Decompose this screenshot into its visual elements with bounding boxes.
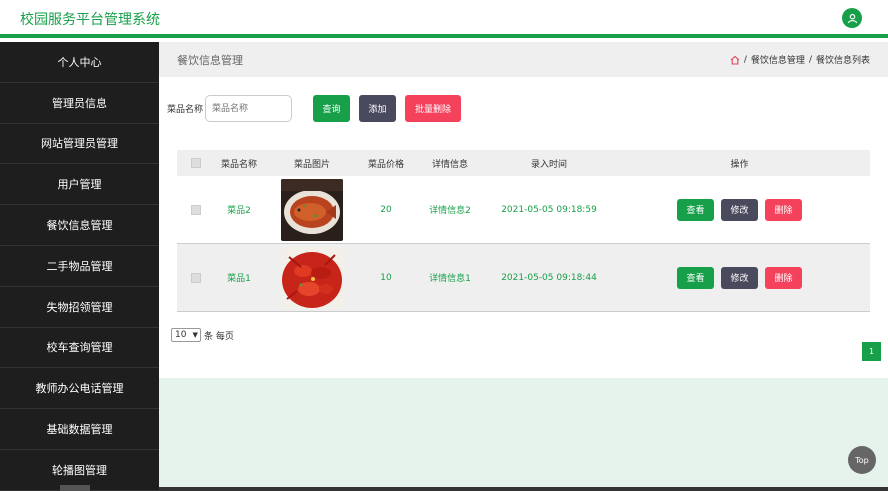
footer-area [159, 378, 888, 491]
batch-delete-button[interactable]: 批量删除 [405, 95, 461, 122]
edit-button[interactable]: 修改 [721, 198, 758, 221]
back-to-top-button[interactable]: Top [848, 446, 876, 474]
header-actions: 操作 [730, 159, 749, 170]
sidebar-item-teacher-phone[interactable]: 教师办公电话管理 [0, 368, 159, 410]
sidebar-item-lost-found[interactable]: 失物招领管理 [0, 287, 159, 328]
select-all-checkbox[interactable] [191, 158, 201, 168]
main-content: 餐饮信息管理 / 餐饮信息管理 / 餐饮信息列表 菜品名称 查询 添加 批量删除… [159, 42, 888, 491]
search-label: 菜品名称 [167, 105, 204, 115]
app-title: 校园服务平台管理系统 [20, 12, 160, 28]
breadcrumb-separator: / [743, 54, 747, 65]
dish-detail: 详情信息2 [429, 206, 471, 216]
delete-button[interactable]: 删除 [765, 266, 802, 289]
sidebar-item-second-hand[interactable]: 二手物品管理 [0, 246, 159, 287]
dish-name-input[interactable] [205, 95, 293, 122]
entry-time: 2021-05-05 09:18:59 [501, 204, 597, 215]
view-button[interactable]: 查看 [677, 198, 714, 221]
dish-price: 20 [380, 204, 392, 215]
sidebar-item-users[interactable]: 用户管理 [0, 164, 159, 206]
chevron-down-icon: ▼ [192, 331, 198, 339]
search-form: 菜品名称 [167, 95, 293, 122]
add-button[interactable]: 添加 [359, 95, 396, 122]
dish-price: 10 [380, 272, 392, 283]
sidebar-item-shuttle[interactable]: 校车查询管理 [0, 328, 159, 369]
header-dish-image: 菜品图片 [293, 159, 330, 170]
table-header: 菜品名称 菜品图片 菜品价格 详情信息 录入时间 操作 [177, 150, 870, 176]
sidebar-item-admin-info[interactable]: 管理员信息 [0, 83, 159, 124]
sidebar-item-site-admin[interactable]: 网站管理员管理 [0, 124, 159, 165]
view-button[interactable]: 查看 [677, 266, 714, 289]
dish-image-crayfish [281, 246, 343, 309]
table-row: 菜品1 10 详情信息1 2021-05-05 09:18:44 查看 修改 删… [177, 244, 870, 312]
sidebar-scrollbar[interactable] [60, 485, 90, 491]
bottom-bar [159, 487, 888, 491]
sidebar: 个人中心 管理员信息 网站管理员管理 用户管理 餐饮信息管理 二手物品管理 失物… [0, 42, 159, 491]
per-page-label: 条 每页 [204, 331, 234, 342]
dish-detail: 详情信息1 [429, 274, 471, 284]
entry-time: 2021-05-05 09:18:44 [501, 272, 597, 283]
edit-button[interactable]: 修改 [721, 266, 758, 289]
home-icon[interactable] [730, 55, 740, 65]
row-checkbox[interactable] [191, 272, 201, 283]
breadcrumb-dining-list: 餐饮信息列表 [815, 56, 870, 66]
page-button-1[interactable]: 1 [862, 342, 881, 361]
sidebar-item-personal-center[interactable]: 个人中心 [0, 42, 159, 83]
breadcrumb-dining-management[interactable]: 餐饮信息管理 [751, 53, 805, 66]
top-bar: 校园服务平台管理系统 [0, 0, 888, 38]
table-row: 菜品2 20 详情信息2 2021-05-05 09:18:59 查看 修改 删… [177, 176, 870, 244]
header-entry-time: 录入时间 [530, 159, 567, 170]
header-dish-price: 菜品价格 [367, 159, 404, 170]
query-button[interactable]: 查询 [313, 95, 350, 122]
dish-image-fish [281, 178, 343, 241]
user-avatar[interactable] [842, 8, 862, 28]
header-detail: 详情信息 [431, 159, 468, 170]
dish-name: 菜品1 [227, 274, 251, 284]
page-size-control: 10 ▼ 条 每页 [171, 328, 234, 342]
delete-button[interactable]: 删除 [765, 198, 802, 221]
dish-name: 菜品2 [227, 206, 251, 216]
page-size-select[interactable]: 10 ▼ [171, 328, 201, 342]
page-title: 餐饮信息管理 [177, 54, 243, 67]
dining-table: 菜品名称 菜品图片 菜品价格 详情信息 录入时间 操作 菜品2 20 详情信息2… [177, 150, 870, 312]
breadcrumb-separator: / [808, 54, 812, 65]
header-dish-name: 菜品名称 [220, 159, 257, 170]
user-icon [847, 13, 857, 23]
sidebar-item-dining[interactable]: 餐饮信息管理 [0, 205, 159, 246]
page-size-value: 10 [175, 330, 187, 340]
breadcrumb: / 餐饮信息管理 / 餐饮信息列表 [730, 53, 870, 66]
title-bar: 餐饮信息管理 / 餐饮信息管理 / 餐饮信息列表 [159, 42, 888, 77]
sidebar-item-basic-data[interactable]: 基础数据管理 [0, 409, 159, 450]
row-checkbox[interactable] [191, 204, 201, 215]
